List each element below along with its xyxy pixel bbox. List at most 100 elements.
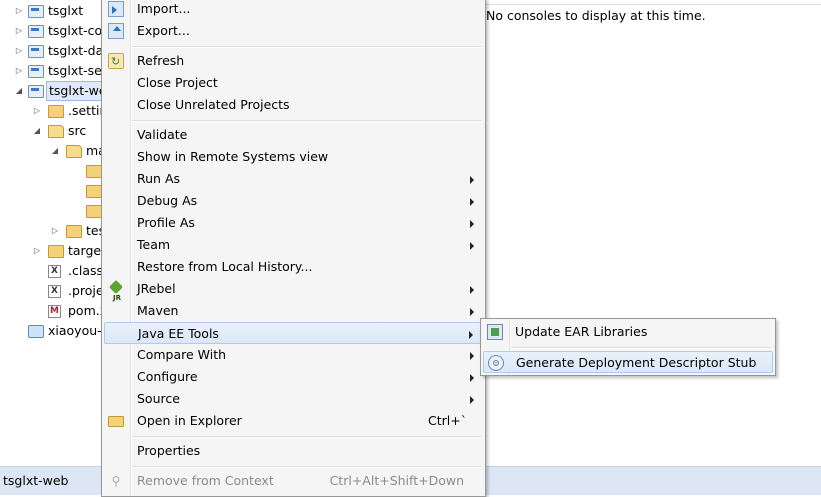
tree-item-label: tsglxt	[48, 3, 84, 18]
deployment-descriptor-icon	[488, 355, 504, 371]
import-icon	[108, 1, 124, 17]
tree-item-label: .proje	[68, 283, 104, 298]
menu-item-java-ee-tools[interactable]: Java EE Tools	[104, 322, 483, 344]
menu-item-label: Export...	[137, 23, 190, 38]
export-icon	[108, 23, 124, 39]
console-view: No consoles to display at this time.	[486, 0, 821, 466]
menu-item-label: Update EAR Libraries	[515, 324, 648, 339]
menu-item-export[interactable]: Export...	[104, 20, 483, 42]
menu-item-remove-from-context: ⚲ Remove from Context Ctrl+Alt+Shift+Dow…	[104, 470, 483, 492]
tree-item-label: tsglxt-da	[48, 43, 104, 58]
menu-item-label: Run As	[137, 171, 181, 186]
menu-item-label: Source	[137, 391, 180, 406]
status-selected-resource: tsglxt-web	[3, 473, 69, 488]
menu-item-close-project[interactable]: Close Project	[104, 72, 483, 94]
menu-item-label: Restore from Local History...	[137, 259, 313, 274]
menu-item-label: Properties	[137, 443, 201, 458]
menu-separator	[132, 46, 481, 48]
open-folder-icon	[48, 125, 64, 138]
menu-item-label: Validate	[137, 127, 188, 142]
menu-item-refresh[interactable]: Refresh	[104, 50, 483, 73]
expand-arrow-icon[interactable]: ▷	[14, 61, 24, 81]
folder-icon	[48, 245, 64, 258]
expand-arrow-icon[interactable]: ▷	[32, 241, 42, 261]
remove-context-icon: ⚲	[111, 474, 121, 488]
expand-arrow-icon[interactable]: ▷	[50, 221, 60, 241]
menu-item-restore-local-history[interactable]: Restore from Local History...	[104, 256, 483, 278]
menu-item-label: Generate Deployment Descriptor Stub	[516, 355, 757, 370]
maven-project-icon	[28, 65, 44, 78]
menu-separator	[132, 436, 481, 438]
menu-item-open-in-explorer[interactable]: Open in Explorer Ctrl+`	[104, 410, 483, 432]
menu-item-profile-as[interactable]: Profile As	[104, 212, 483, 234]
maven-project-icon	[28, 85, 44, 98]
submenu-arrow-icon	[470, 352, 474, 360]
tree-item-label: src	[68, 123, 87, 138]
menu-item-update-ear-libraries[interactable]: Update EAR Libraries	[483, 321, 773, 343]
java-ee-tools-submenu: Update EAR Libraries Generate Deployment…	[480, 318, 776, 376]
collapse-arrow-icon[interactable]: ◢	[50, 141, 60, 161]
menu-item-label: Close Unrelated Projects	[137, 97, 290, 112]
submenu-arrow-icon	[470, 308, 474, 316]
menu-item-label: Maven	[137, 303, 179, 318]
menu-item-configure[interactable]: Configure	[104, 366, 483, 388]
menu-item-close-unrelated-projects[interactable]: Close Unrelated Projects	[104, 94, 483, 116]
folder-icon	[108, 416, 124, 427]
menu-item-run-as[interactable]: Run As	[104, 168, 483, 190]
menu-item-team[interactable]: Team	[104, 234, 483, 256]
menu-separator	[132, 466, 481, 468]
context-menu: Import... Export... Refresh Close Projec…	[101, 0, 486, 497]
maven-pom-icon: M	[48, 305, 61, 318]
menu-item-validate[interactable]: Validate	[104, 124, 483, 146]
menu-item-debug-as[interactable]: Debug As	[104, 190, 483, 212]
tree-item-label: tsglxt-ser	[48, 63, 107, 78]
menu-item-label: Import...	[137, 1, 191, 16]
folder-icon	[48, 105, 64, 118]
maven-project-icon	[28, 5, 44, 18]
menu-separator	[511, 347, 771, 349]
open-folder-icon	[66, 145, 82, 158]
expand-arrow-icon[interactable]: ▷	[32, 101, 42, 121]
collapse-arrow-icon[interactable]: ◢	[14, 81, 24, 101]
expand-arrow-icon[interactable]: ▷	[14, 41, 24, 61]
folder-icon	[66, 225, 82, 238]
submenu-arrow-icon	[469, 331, 473, 339]
ear-libraries-icon	[487, 324, 503, 340]
collapse-arrow-icon[interactable]: ◢	[32, 121, 42, 141]
menu-item-label: Configure	[137, 369, 198, 384]
expand-arrow-icon[interactable]: ▷	[14, 1, 24, 21]
menu-separator	[132, 120, 481, 122]
menu-item-label: Compare With	[137, 347, 227, 362]
maven-project-icon	[28, 45, 44, 58]
refresh-icon	[108, 51, 124, 73]
expand-arrow-icon[interactable]: ▷	[14, 21, 24, 41]
menu-item-label: Team	[137, 237, 171, 252]
menu-item-jrebel[interactable]: JRebel	[104, 278, 483, 309]
working-set-icon	[28, 325, 44, 338]
menu-item-source[interactable]: Source	[104, 388, 483, 410]
menu-item-maven[interactable]: Maven	[104, 300, 483, 322]
menu-item-generate-deployment-descriptor-stub[interactable]: Generate Deployment Descriptor Stub	[483, 351, 773, 373]
xml-file-icon: X	[48, 285, 61, 298]
submenu-arrow-icon	[470, 242, 474, 250]
submenu-arrow-icon	[470, 396, 474, 404]
console-toolbar-edge	[486, 0, 821, 5]
menu-item-label: Close Project	[137, 75, 218, 90]
maven-project-icon	[28, 25, 44, 38]
submenu-arrow-icon	[470, 176, 474, 184]
menu-item-shortcut: Ctrl+Alt+Shift+Down	[329, 473, 464, 488]
menu-item-label: Remove from Context	[137, 473, 274, 488]
menu-item-import[interactable]: Import...	[104, 0, 483, 20]
menu-item-label: Profile As	[137, 215, 195, 230]
menu-item-shortcut: Ctrl+`	[428, 413, 467, 428]
submenu-arrow-icon	[470, 286, 474, 294]
menu-item-compare-with[interactable]: Compare With	[104, 344, 483, 366]
menu-item-label: Java EE Tools	[138, 326, 219, 341]
menu-item-properties[interactable]: Properties	[104, 440, 483, 462]
submenu-arrow-icon	[470, 220, 474, 228]
menu-item-show-in-remote-systems[interactable]: Show in Remote Systems view	[104, 146, 483, 168]
folder-icon	[86, 205, 102, 218]
menu-item-label: Refresh	[137, 53, 185, 68]
menu-item-label: Debug As	[137, 193, 198, 208]
folder-icon	[86, 185, 102, 198]
